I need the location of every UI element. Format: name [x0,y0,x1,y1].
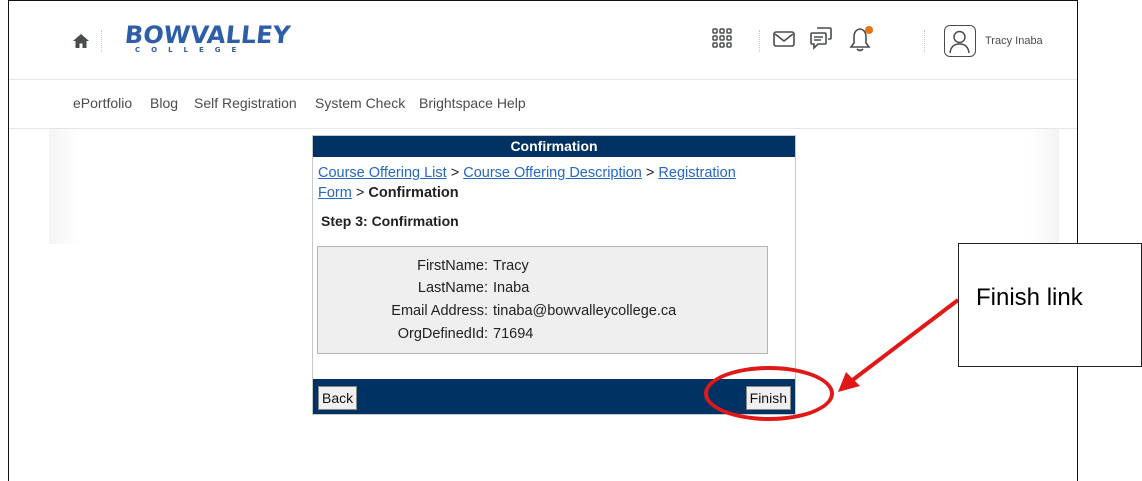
panel-title: Confirmation [313,136,795,157]
nav-item-eportfolio[interactable]: ePortfolio [73,95,132,111]
breadcrumb-current: Confirmation [368,185,459,201]
mail-icon[interactable] [772,29,796,49]
breadcrumb-course-offering-description[interactable]: Course Offering Description [463,165,642,181]
breadcrumb: Course Offering List > Course Offering D… [318,163,796,203]
detail-value: Inaba [493,280,530,296]
header-divider [759,30,760,52]
nav-bar: ePortfolio Blog Self Registration System… [9,80,1077,129]
home-icon[interactable] [72,33,90,49]
annotation-callout: Finish link [958,243,1142,367]
detail-label: Email Address: [391,303,488,319]
apps-grid-icon[interactable] [711,27,733,49]
breadcrumb-registration-form-part1: Registration [658,165,736,181]
detail-value: tinaba@bowvalleycollege.ca [493,303,677,319]
nav-item-brightspace-help[interactable]: Brightspace Help [419,95,526,111]
detail-row: OrgDefinedId: 71694 [318,326,703,346]
browser-frame: BOWVALLEY COLLEGE Tracy Inaba ePortfolio… [8,0,1078,481]
chat-icon[interactable] [809,26,833,52]
breadcrumb-separator: > [450,165,460,181]
detail-value: Tracy [493,258,529,274]
nav-item-blog[interactable]: Blog [150,95,178,111]
user-name[interactable]: Tracy Inaba [985,35,1043,47]
detail-label: FirstName: [417,258,488,274]
nav-item-system-check[interactable]: System Check [315,95,405,111]
detail-value: 71694 [493,326,534,342]
detail-row: Email Address: tinaba@bowvalleycollege.c… [318,303,703,323]
logo-wordmark: BOWVALLEY [123,21,292,49]
header-divider [101,30,102,52]
step-title: Step 3: Confirmation [321,213,459,229]
detail-label: OrgDefinedId: [397,326,488,342]
detail-row: FirstName: Tracy [318,258,703,278]
pointer-arrow [838,298,960,392]
callout-text: Finish link [976,284,1083,311]
college-logo[interactable]: BOWVALLEY COLLEGE [124,21,292,57]
detail-label: LastName: [417,280,488,296]
top-header: BOWVALLEY COLLEGE Tracy Inaba [9,1,1077,80]
breadcrumb-registration-form-part2: Form [318,185,352,201]
user-avatar-icon[interactable] [944,25,976,57]
logo-subtitle: COLLEGE [135,46,248,54]
registration-details: FirstName: Tracy LastName: Inaba Email A… [317,246,768,354]
header-divider [924,30,925,52]
bell-icon[interactable] [849,25,875,53]
breadcrumb-separator: > [645,165,655,181]
breadcrumb-course-offering-list[interactable]: Course Offering List [318,165,447,181]
back-button[interactable]: Back [318,386,358,410]
detail-row: LastName: Inaba [318,280,703,300]
nav-item-self-registration[interactable]: Self Registration [194,95,297,111]
breadcrumb-separator: > [355,185,365,201]
finish-highlight-ellipse [704,366,834,421]
